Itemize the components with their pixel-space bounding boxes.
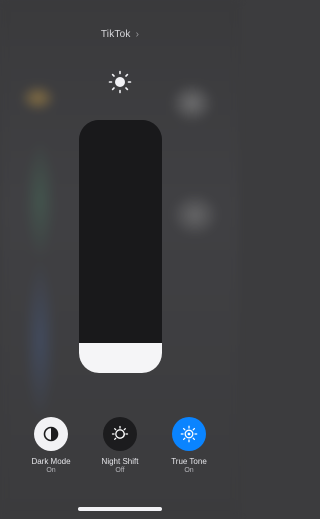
night-shift-label: Night Shift (101, 457, 139, 466)
dark-mode-label: Dark Mode (31, 457, 71, 466)
true-tone-state: On (184, 467, 194, 474)
dark-mode-icon (43, 426, 59, 442)
night-shift-state: Off (115, 467, 125, 474)
night-shift-toggle[interactable]: Night Shift Off (90, 417, 150, 475)
app-breadcrumb[interactable]: TikTok › (0, 29, 240, 40)
chevron-right-icon: › (135, 29, 140, 40)
display-toggles: Dark Mode On Night Shift Off True Tone O… (0, 417, 240, 477)
app-name: TikTok (100, 29, 131, 40)
brightness-slider[interactable] (79, 120, 162, 373)
brightness-slider-track (79, 120, 162, 373)
true-tone-button[interactable] (172, 417, 206, 451)
dark-mode-state: On (46, 467, 56, 474)
true-tone-label: True Tone (171, 457, 207, 466)
night-shift-button[interactable] (103, 417, 137, 451)
true-tone-toggle[interactable]: True Tone On (159, 417, 219, 475)
dark-mode-toggle[interactable]: Dark Mode On (21, 417, 81, 475)
dark-mode-button[interactable] (34, 417, 68, 451)
home-indicator[interactable] (78, 507, 162, 511)
brightness-slider-fill (79, 342, 162, 373)
night-shift-icon (111, 425, 129, 440)
sun-icon (108, 70, 132, 94)
true-tone-icon (180, 425, 198, 443)
